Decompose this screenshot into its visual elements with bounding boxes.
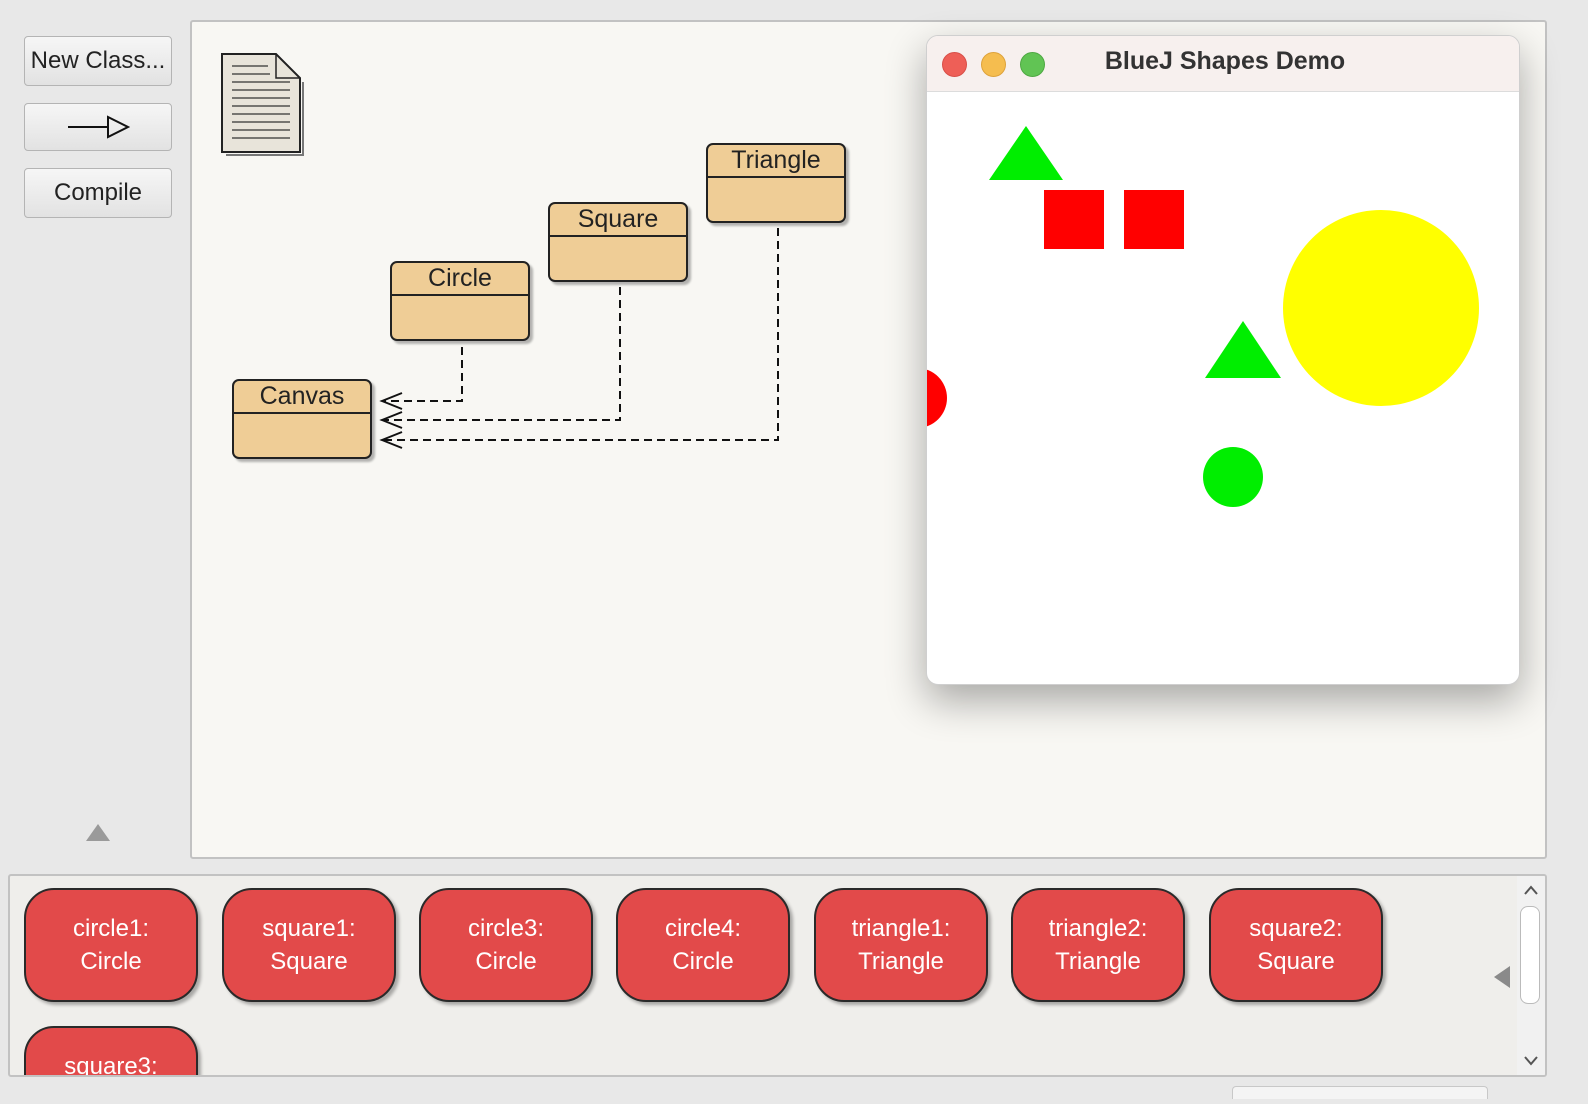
object-type: Circle <box>475 948 537 975</box>
object-type: Circle <box>672 948 734 975</box>
object-name: circle1: <box>72 915 150 942</box>
class-circle[interactable]: Circle <box>390 261 530 341</box>
object-square2[interactable]: square2: Square <box>1209 888 1383 1002</box>
object-type: Square <box>1257 948 1335 975</box>
object-bench[interactable]: circle1: Circle square1: Square circle3: Ci… <box>8 874 1547 1077</box>
class-canvas[interactable]: Canvas <box>232 379 372 459</box>
green-triangle-2 <box>1205 321 1281 378</box>
object-triangle2[interactable]: triangle2: Triangle <box>1011 888 1185 1002</box>
show-terminal-triangle-icon[interactable] <box>86 824 110 841</box>
object-name: circle3: <box>467 915 545 942</box>
inheritance-arrow-button[interactable] <box>24 103 172 151</box>
object-name: circle4: <box>664 915 742 942</box>
object-name: square2: <box>1249 915 1343 942</box>
object-square3[interactable]: square3: <box>24 1026 198 1077</box>
object-square1[interactable]: square1: Square <box>222 888 396 1002</box>
class-name: Circle <box>392 263 528 296</box>
scrollbar-thumb[interactable] <box>1520 906 1540 1004</box>
shapes-demo-window[interactable]: BlueJ Shapes Demo <box>926 35 1520 685</box>
class-square[interactable]: Square <box>548 202 688 282</box>
green-circle <box>1203 447 1263 507</box>
object-circle1[interactable]: circle1: Circle <box>24 888 198 1002</box>
scroll-down-chevron-icon[interactable] <box>1522 1051 1540 1069</box>
new-class-label: New Class... <box>30 47 166 74</box>
status-panel-edge <box>1232 1086 1488 1099</box>
compile-label: Compile <box>53 179 143 206</box>
object-circle3[interactable]: circle3: Circle <box>419 888 593 1002</box>
collapse-left-triangle-icon[interactable] <box>1494 966 1510 988</box>
green-triangle-1 <box>989 126 1063 180</box>
object-name: triangle2: <box>1048 915 1148 942</box>
class-name: Triangle <box>708 145 844 178</box>
inheritance-arrow-icon <box>68 115 130 139</box>
object-type: Circle <box>80 948 142 975</box>
object-name: triangle1: <box>851 915 951 942</box>
red-square-1 <box>1044 190 1104 249</box>
object-type: Triangle <box>858 948 944 975</box>
object-triangle1[interactable]: triangle1: Triangle <box>814 888 988 1002</box>
class-triangle[interactable]: Triangle <box>706 143 846 223</box>
new-class-button[interactable]: New Class... <box>24 36 172 86</box>
compile-button[interactable]: Compile <box>24 168 172 218</box>
yellow-circle <box>1283 210 1479 406</box>
object-type: Triangle <box>1055 948 1141 975</box>
object-name: square1: <box>262 915 356 942</box>
bench-scrollbar[interactable] <box>1517 876 1545 1075</box>
class-name: Canvas <box>234 381 370 414</box>
red-square-2 <box>1124 190 1184 249</box>
circle-canvas-dependency <box>384 347 463 402</box>
object-name: square3: <box>64 1053 158 1077</box>
object-circle4[interactable]: circle4: Circle <box>616 888 790 1002</box>
object-type: Square <box>270 948 348 975</box>
window-titlebar[interactable]: BlueJ Shapes Demo <box>927 36 1519 92</box>
scroll-up-chevron-icon[interactable] <box>1522 882 1540 900</box>
red-circle-partial <box>927 369 947 427</box>
class-name: Square <box>550 204 686 237</box>
window-title: BlueJ Shapes Demo <box>1104 47 1346 75</box>
drawing-canvas <box>927 126 1479 507</box>
